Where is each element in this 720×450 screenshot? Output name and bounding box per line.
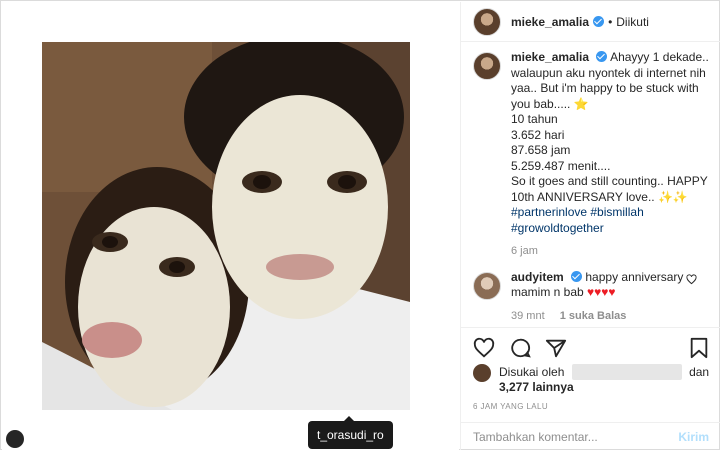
- comment-body: audyitem happy anniversary mamim n bab ♥…: [511, 270, 709, 325]
- media-pane: t_orasudi_ro: [2, 2, 459, 450]
- comment-input[interactable]: Tambahkan komentar...: [473, 430, 598, 444]
- post-header: mieke_amalia • Diikuti: [461, 2, 720, 42]
- separator-dot: •: [608, 14, 613, 29]
- avatar[interactable]: [473, 271, 501, 300]
- caption-line: 5.259.487 menit....: [511, 158, 611, 173]
- caption-line: 10 tahun: [511, 112, 558, 126]
- caption-line: walaupun aku nyontek di internet nih: [511, 65, 706, 80]
- share-icon[interactable]: [545, 337, 567, 359]
- caption-line: 3.652 hari: [511, 127, 565, 142]
- heart-icon[interactable]: [473, 337, 495, 359]
- comment-text: mamim n bab: [511, 285, 584, 299]
- hashtag-link[interactable]: #partnerinlove #bismillah: [511, 205, 709, 221]
- tagged-user-label[interactable]: t_orasudi_ro: [308, 416, 393, 449]
- verified-icon: [571, 270, 583, 282]
- avatar[interactable]: [473, 52, 501, 80]
- caption-line: 10th ANNIVERSARY love.. ✨✨: [511, 189, 688, 204]
- comment-time[interactable]: 39 mnt: [511, 310, 545, 322]
- blurred-username: [571, 364, 682, 380]
- post-timestamp[interactable]: 6 JAM YANG LALU: [473, 402, 548, 411]
- photo-illustration: [42, 42, 410, 410]
- comment-item: audyitem happy anniversary mamim n bab ♥…: [473, 270, 709, 325]
- hashtag-link[interactable]: #growoldtogether: [511, 221, 709, 237]
- likes-summary: Disukai oleh dan 3,277 lainnya: [473, 364, 709, 395]
- likes-others[interactable]: 3,277 lainnya: [499, 380, 574, 394]
- caption-line: you bab..... ⭐: [511, 96, 589, 111]
- caption-meta: 6 jam: [511, 244, 709, 260]
- avatar[interactable]: [473, 7, 501, 36]
- caption-username[interactable]: mieke_amalia: [511, 50, 589, 64]
- comment-text: happy anniversary: [585, 269, 684, 284]
- likes-conj: dan: [689, 365, 710, 379]
- verified-icon: [596, 51, 608, 62]
- caption-time[interactable]: 6 jam: [511, 245, 538, 257]
- hearts-emoji: ♥♥♥♥: [587, 285, 616, 299]
- action-bar: [461, 327, 720, 367]
- send-button[interactable]: Kirim: [678, 430, 709, 444]
- caption-comment: mieke_amalia Ahayyy 1 dekade.. walaupun …: [473, 50, 709, 260]
- add-comment-bar: Tambahkan komentar... Kirim: [461, 422, 720, 450]
- post-dialog: t_orasudi_ro mieke_amalia • Diikuti miek…: [0, 0, 720, 450]
- header-username[interactable]: mieke_amalia: [511, 15, 589, 29]
- comment-meta: 39 mnt 1 suka Balas: [511, 309, 709, 325]
- user-tag-icon[interactable]: [6, 430, 24, 448]
- caption-line: 87.658 jam: [511, 143, 571, 157]
- caption-line: So it goes and still counting.. HAPPY: [511, 174, 708, 188]
- caption-body: mieke_amalia Ahayyy 1 dekade.. walaupun …: [511, 50, 709, 260]
- post-photo[interactable]: [42, 42, 410, 410]
- comment-like-heart-icon[interactable]: [686, 273, 697, 285]
- comments-list: mieke_amalia Ahayyy 1 dekade.. walaupun …: [461, 50, 720, 324]
- caption-line: yaa.. But i'm happy to be stuck with: [511, 81, 699, 95]
- follow-status-button[interactable]: Diikuti: [616, 15, 649, 29]
- caption-line: Ahayyy 1 dekade..: [610, 50, 709, 64]
- bookmark-icon[interactable]: [689, 337, 709, 359]
- comment-username[interactable]: audyitem: [511, 270, 564, 284]
- likes-prefix: Disukai oleh: [499, 365, 565, 379]
- comment-icon[interactable]: [509, 337, 531, 359]
- reply-button[interactable]: Balas: [597, 310, 626, 322]
- avatar[interactable]: [473, 364, 491, 382]
- comment-likes[interactable]: 1 suka: [560, 310, 594, 322]
- post-sidebar: mieke_amalia • Diikuti mieke_amalia Ahay…: [460, 2, 720, 450]
- verified-icon: [593, 16, 605, 27]
